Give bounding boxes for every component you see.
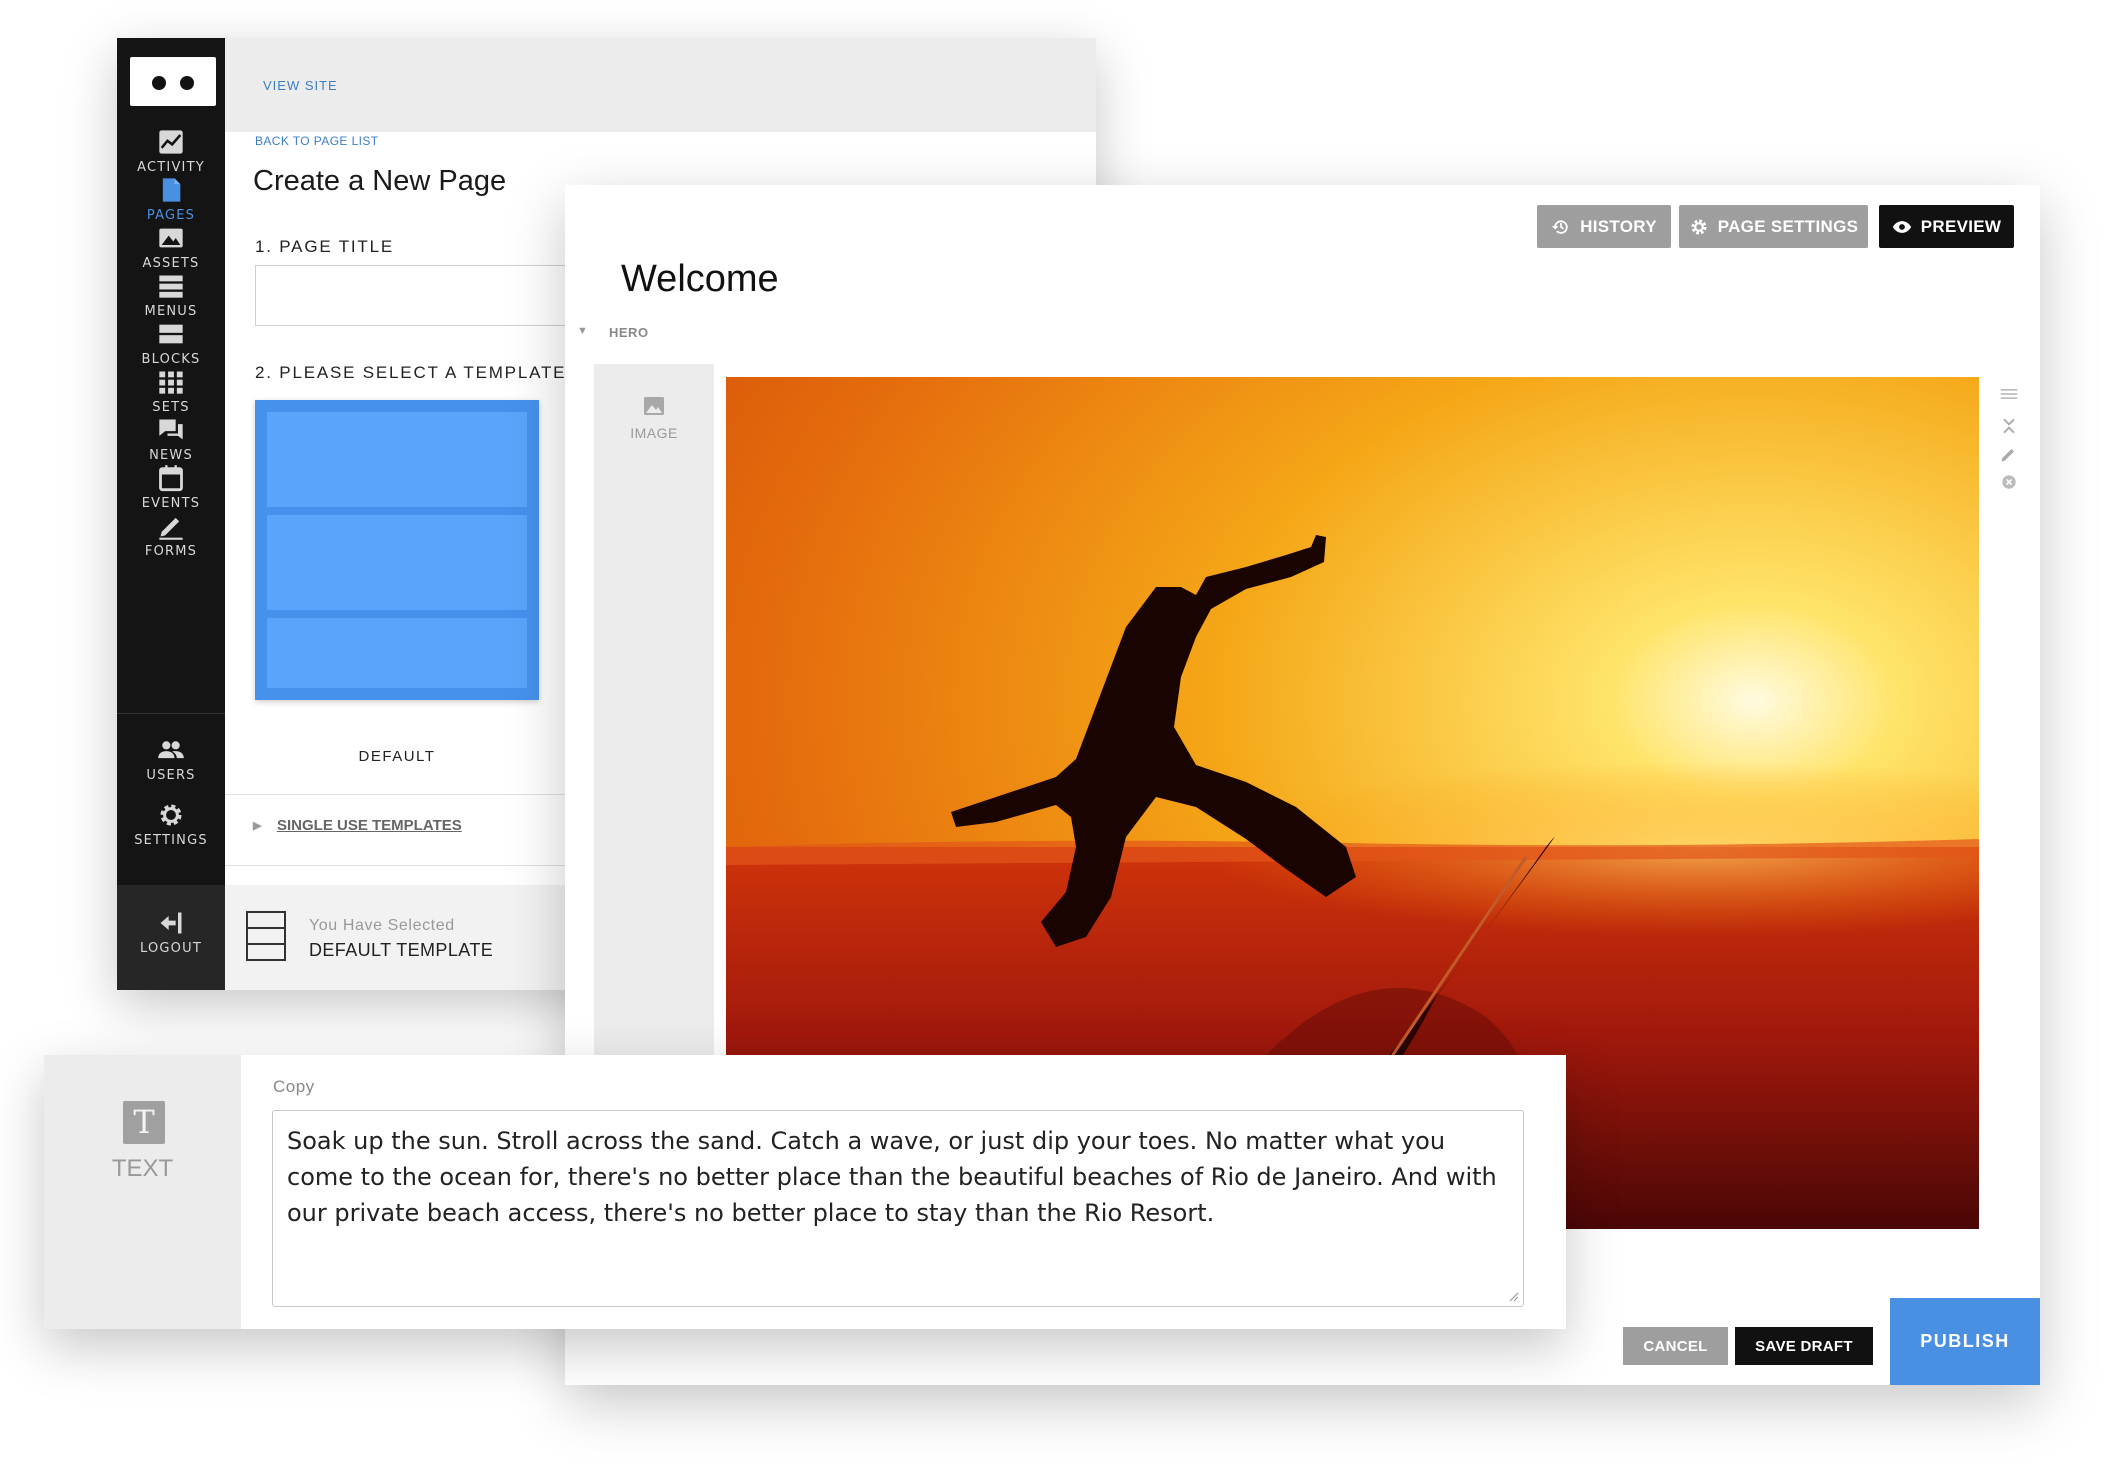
sidebar-item-forms[interactable]: FORMS [117,512,225,574]
history-button[interactable]: HISTORY [1537,205,1671,248]
logout-icon [160,912,182,934]
template-layout-icon [246,911,286,961]
sidebar-item-label: BLOCKS [141,352,201,367]
users-icon [158,741,184,759]
selected-template-name: DEFAULT TEMPLATE [309,940,494,960]
page-settings-label: PAGE SETTINGS [1717,216,1859,236]
template-block [267,618,527,688]
copy-field-label: Copy [273,1077,315,1096]
single-use-templates-link[interactable]: ▶ SINGLE USE TEMPLATES [253,817,462,834]
image-block-type: IMAGE [594,364,714,1064]
sidebar-item-label: FORMS [144,544,198,559]
close-icon [2002,475,2016,489]
drag-handle-icon [2000,389,2018,399]
history-icon [1551,219,1568,234]
template-default-thumbnail[interactable] [255,400,539,700]
sidebar-item-label: ACTIVITY [137,160,205,175]
sidebar-item-label: NEWS [149,448,193,463]
sidebar: ACTIVITY PAGES ASSETS MENUS BLOCKS SETS … [117,38,225,990]
page-title-label: 1. PAGE TITLE [255,237,394,256]
text-block-label: TEXT [111,1155,174,1182]
sidebar-item-label: SETTINGS [134,833,208,848]
assets-icon [159,228,183,248]
blocks-icon [159,324,183,344]
preview-button[interactable]: PREVIEW [1879,205,2014,248]
pages-icon [162,178,181,202]
hero-section-toggle[interactable]: ▼ HERO [577,325,649,340]
template-block [267,412,527,507]
top-bar: VIEW SITE [225,38,1096,132]
sidebar-item-settings[interactable]: SETTINGS [117,801,225,863]
preview-label: PREVIEW [1920,216,2002,236]
logo[interactable] [130,57,216,106]
history-label: HISTORY [1580,216,1657,236]
view-site-link[interactable]: VIEW SITE [263,78,338,93]
remove-button[interactable] [1987,468,2031,496]
template-select-label: 2. PLEASE SELECT A TEMPLATE [255,363,567,382]
sidebar-item-label: SETS [152,400,190,415]
template-default-label: DEFAULT [358,748,436,765]
sidebar-divider [117,713,225,714]
menus-icon [159,275,183,298]
template-block [267,515,527,610]
single-use-templates-label: SINGLE USE TEMPLATES [277,817,462,834]
back-to-page-list-link[interactable]: BACK TO PAGE LIST [255,134,379,148]
selected-caption: You Have Selected [309,917,455,934]
block-toolbar [1987,380,2031,520]
sidebar-item-label: USERS [146,768,196,783]
text-icon: T [123,1101,165,1144]
sets-icon [159,371,183,394]
text-block-panel: T TEXT Copy Soak up the sun. Stroll acro… [44,1055,1566,1329]
events-icon [159,465,183,492]
sidebar-item-label: EVENTS [141,496,201,511]
copy-text: Soak up the sun. Stroll across the sand.… [287,1127,1497,1227]
sidebar-item-users[interactable]: USERS [117,736,225,798]
collapse-icon [2003,418,2015,434]
logout-button[interactable]: LOGOUT [117,909,225,971]
page-title-input[interactable] [255,265,575,326]
cancel-button[interactable]: CANCEL [1623,1327,1728,1365]
forms-icon [159,517,183,540]
save-draft-button[interactable]: SAVE DRAFT [1735,1327,1873,1365]
image-icon [644,397,664,415]
text-block-type: T TEXT [44,1055,241,1329]
edit-button[interactable] [1987,440,2031,468]
pencil-icon [2001,449,2014,462]
logout-label: LOGOUT [140,941,202,956]
sidebar-item-label: MENUS [144,304,198,319]
expand-triangle-icon: ▶ [253,820,262,832]
copy-textarea[interactable]: Soak up the sun. Stroll across the sand.… [272,1110,1524,1307]
activity-icon [159,130,183,154]
sidebar-item-label: PAGES [146,208,196,223]
page-heading[interactable]: Welcome [621,258,779,301]
gear-icon [1691,219,1707,234]
drag-handle[interactable] [1987,380,2031,408]
collapse-triangle-icon: ▼ [577,325,589,337]
collapse-button[interactable] [1987,412,2031,440]
hero-section-label: HERO [609,325,649,340]
news-icon [159,419,183,440]
settings-icon [160,804,182,826]
resize-grip-icon[interactable] [1507,1290,1519,1302]
page-settings-button[interactable]: PAGE SETTINGS [1679,205,1868,248]
sidebar-item-label: ASSETS [142,256,200,271]
logout-area: LOGOUT [117,885,225,990]
publish-button[interactable]: PUBLISH [1890,1298,2040,1385]
image-block-label: IMAGE [630,425,678,441]
page-title: Create a New Page [253,165,507,197]
eye-icon [1892,220,1911,233]
